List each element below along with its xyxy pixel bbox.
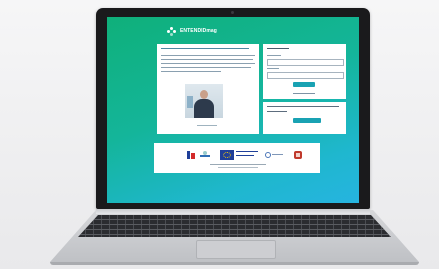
- laptop-screen: ENTENDIDmag: [107, 17, 359, 203]
- register-button[interactable]: [293, 118, 321, 123]
- forgot-password-link[interactable]: [293, 93, 315, 95]
- presenter-head: [200, 90, 208, 99]
- logos-footer-text-line: [210, 164, 266, 166]
- intro-footer-link[interactable]: [197, 125, 217, 127]
- presenter-body: [194, 99, 214, 118]
- register-card: [263, 102, 346, 134]
- intro-text-line: [161, 55, 255, 57]
- login-card: [263, 44, 346, 99]
- partner-logo-3: [265, 151, 283, 159]
- video-background-shelf: [187, 96, 193, 108]
- laptop-hinge: [96, 209, 370, 214]
- intro-card: [157, 44, 259, 134]
- logo-icon: [167, 26, 176, 36]
- username-label-line: [267, 55, 281, 57]
- intro-video[interactable]: [185, 84, 223, 118]
- eu-text-line: [236, 151, 258, 153]
- intro-text-line: [161, 67, 251, 69]
- partner-logo-4: [294, 151, 302, 159]
- login-button[interactable]: [293, 82, 315, 87]
- partner-logo-1: [187, 151, 195, 159]
- laptop-front-edge: [50, 262, 419, 265]
- trackpad: [196, 240, 276, 259]
- intro-title-line: [161, 48, 249, 50]
- partner-logo-2: [200, 151, 210, 159]
- laptop-lid: ENTENDIDmag: [96, 8, 370, 209]
- partner-logos-card: [154, 143, 320, 173]
- intro-text-line: [161, 59, 253, 61]
- register-text-line: [267, 111, 287, 113]
- register-text-line: [267, 106, 339, 108]
- logos-footer-text-line: [218, 167, 258, 169]
- username-field[interactable]: [267, 59, 344, 66]
- eu-text-line: [236, 155, 254, 157]
- site-logo-text[interactable]: ENTENDIDmag: [180, 28, 217, 34]
- keyboard-rows: [78, 215, 391, 237]
- eu-flag-icon: [220, 150, 234, 160]
- login-heading-line: [267, 48, 289, 50]
- intro-text-line: [161, 63, 255, 65]
- site-header: ENTENDIDmag: [167, 26, 223, 36]
- password-label-line: [267, 68, 279, 70]
- password-field[interactable]: [267, 72, 344, 79]
- webcam-icon: [231, 11, 234, 14]
- intro-text-line: [161, 71, 221, 73]
